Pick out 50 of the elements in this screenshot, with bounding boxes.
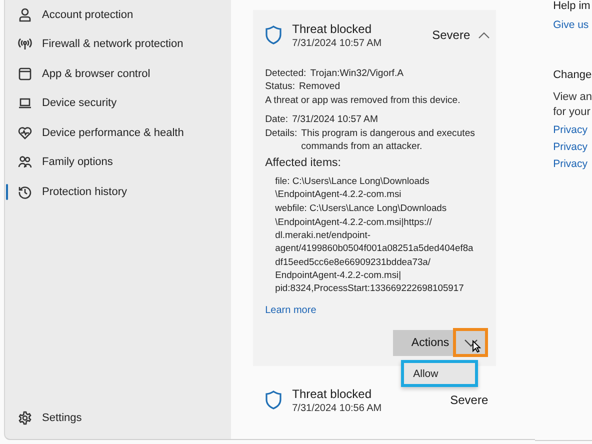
privacy-link[interactable]: Privacy (553, 124, 592, 136)
actions-dropdown-button[interactable] (453, 328, 488, 358)
window-icon (18, 66, 32, 81)
chevron-down-icon (464, 338, 478, 347)
severity-label: Severe (450, 393, 488, 408)
history-icon (18, 184, 32, 199)
mouse-cursor-icon (472, 340, 482, 354)
detail-label: Details: (265, 126, 298, 141)
privacy-description: for your (553, 105, 592, 120)
nav-item[interactable]: Family options (5, 148, 232, 177)
shield-icon (265, 25, 282, 45)
affected-items-heading: Affected items: (265, 157, 342, 171)
learn-more-link[interactable]: Learn more (265, 304, 316, 317)
threat-date: 7/31/2024 10:57 AM (292, 38, 382, 48)
nav-item[interactable]: Device security (5, 88, 232, 118)
severity-label: Severe (432, 28, 470, 42)
nav-item[interactable]: Protection history (5, 177, 232, 206)
laptop-icon (18, 96, 32, 110)
detail-value: Removed (299, 80, 340, 94)
settings-item[interactable]: Settings (5, 404, 232, 433)
people-icon (18, 155, 32, 170)
detail-label: Status: (265, 80, 295, 94)
help-heading: Help im (553, 0, 592, 12)
settings-icon (18, 411, 32, 426)
affected-item: webfile: C:\Users\Lance Long\Downloads \EndpointAgent-4.2.2-com.msi|https:// dl.meraki.net/endpoint- agent/4199860b0504f001a08251a5ded404ef8a df15eed5cc6e8e66909231bddea73a/ EndpointAgent-4.2.2-com.msi| pid:8324,ProcessStart:133669222698105917 (274, 201, 474, 295)
threat-date: 7/31/2024 10:56 AM (292, 402, 382, 414)
heart-pulse-icon (18, 126, 32, 140)
privacy-link[interactable]: Privacy (553, 141, 592, 153)
nav-item[interactable]: Device performance & health (5, 118, 232, 148)
shield-icon (265, 390, 282, 410)
antenna-icon (18, 37, 32, 52)
nav-item[interactable]: Account protection (5, 0, 232, 30)
nav-item[interactable]: App & browser control (5, 59, 232, 88)
privacy-description: View an (553, 90, 592, 105)
threat-title: Threat blocked (292, 386, 373, 401)
feedback-link[interactable]: Give us (553, 19, 592, 31)
change-heading: Change (553, 69, 592, 81)
nav-item[interactable]: Firewall & network protection (5, 30, 232, 59)
detail-message: A threat or app was removed from this device. (265, 94, 462, 108)
detail-label: Date: (265, 113, 288, 127)
threat-title: Threat blocked (292, 22, 373, 36)
person-icon (18, 8, 32, 22)
collapse-chevron-icon[interactable] (478, 32, 490, 38)
detail-label: Detected: (265, 67, 306, 80)
detail-value: 7/31/2024 10:57 AM (292, 113, 378, 127)
detail-value: Trojan:Win32/Vigorf.A (310, 67, 404, 80)
actions-button[interactable]: Actions (393, 330, 454, 356)
privacy-link[interactable]: Privacy (553, 158, 592, 170)
detail-value: This program is dangerous and executes commands from an attacker. (301, 126, 476, 154)
allow-menu-item[interactable]: Allow (401, 360, 478, 387)
